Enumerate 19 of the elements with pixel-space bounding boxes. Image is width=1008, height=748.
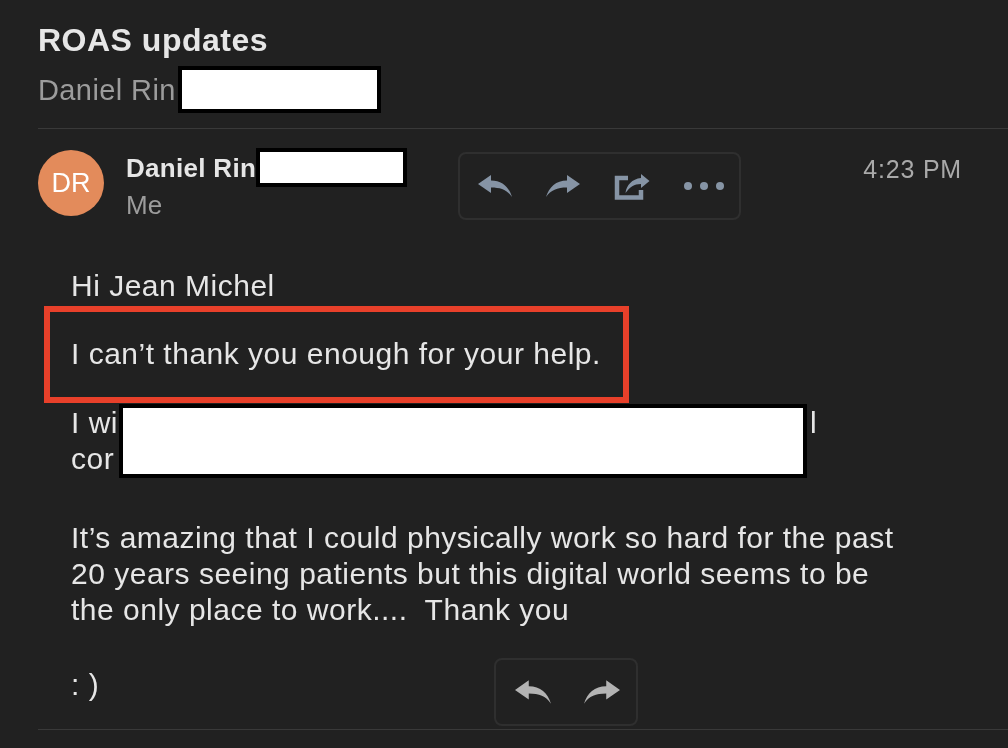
email-subject: ROAS updates [38, 22, 270, 58]
body-text: I wi [71, 405, 118, 441]
reply-icon [478, 175, 512, 197]
avatar: DR [38, 150, 104, 216]
body-text: It’s amazing that I could physically work so hard for the past 20 years seeing patients but this digital world seems to be the only place to work.... Thank you [71, 520, 895, 628]
body-text: cor [71, 441, 115, 477]
body-text: l [810, 405, 818, 441]
recipient-name: Me [126, 190, 164, 220]
reply-icon [515, 680, 551, 704]
body-text: Hi Jean Michel [71, 268, 276, 304]
forward-icon [546, 175, 580, 197]
forward-icon [584, 680, 620, 704]
share-icon [614, 172, 650, 200]
more-icon [684, 182, 724, 190]
message-time: 4:23 PM [863, 155, 962, 183]
sender-name: Daniel Rin [126, 152, 257, 183]
thread-sender-name: Daniel Rin [38, 73, 176, 106]
body-text: I can’t thank you enough for your help. [71, 336, 601, 372]
body-text: : ) [71, 667, 100, 703]
